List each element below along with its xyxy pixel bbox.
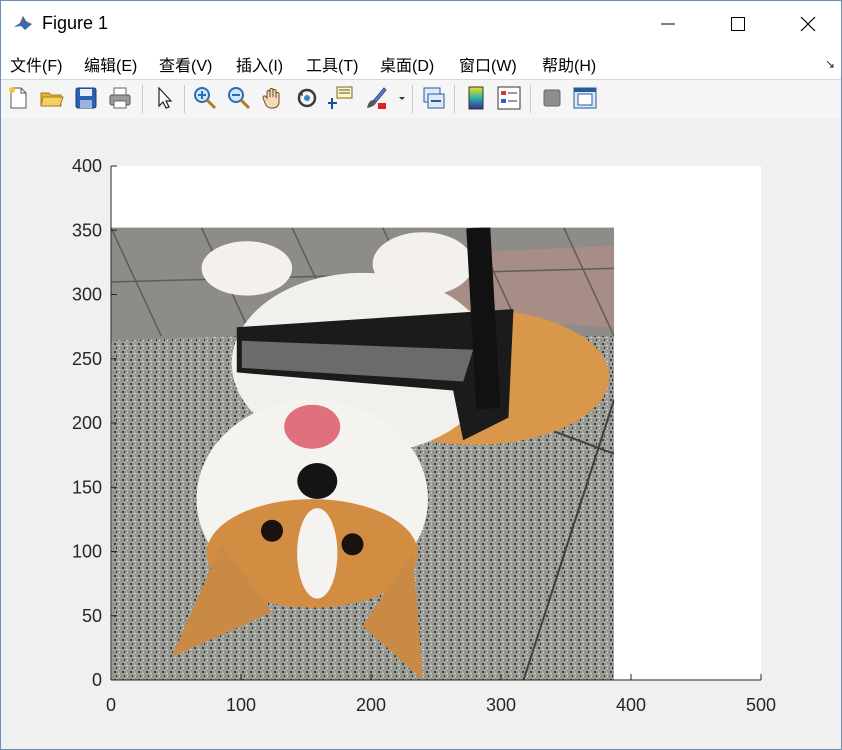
menu-insert[interactable]: 插入(I) (236, 52, 283, 76)
y-tick-label: 400 (72, 156, 102, 176)
print-icon[interactable] (107, 85, 133, 111)
close-icon (800, 16, 816, 32)
x-tick-label: 500 (746, 695, 776, 715)
y-tick-label: 200 (72, 413, 102, 433)
x-tick-label: 300 (486, 695, 516, 715)
zoom-in-icon[interactable] (192, 85, 218, 111)
y-tick-label: 300 (72, 285, 102, 305)
insert-legend-icon[interactable] (496, 85, 522, 111)
dog-eye (260, 519, 283, 542)
figure-toolbar (1, 79, 841, 119)
toolbar-separator (530, 85, 531, 113)
minimize-button[interactable] (633, 1, 703, 45)
save-icon[interactable] (73, 85, 99, 111)
menu-help[interactable]: 帮助(H) (542, 52, 596, 76)
y-tick-label: 0 (92, 670, 102, 690)
dog-blaze (297, 508, 338, 599)
window-title: Figure 1 (42, 13, 109, 33)
plot-axes[interactable]: 0 100 200 300 400 500 0 50 100 150 200 250 300 350 40… (1, 118, 841, 749)
title-bar[interactable]: Figure 1 (1, 1, 841, 45)
data-cursor-icon[interactable] (328, 85, 354, 111)
dock-arrow-icon[interactable]: ↘ (825, 57, 835, 71)
minimize-icon (661, 23, 675, 25)
show-plot-tools-icon[interactable] (572, 85, 598, 111)
x-tick-label: 0 (106, 695, 116, 715)
brush-dropdown-icon[interactable] (396, 85, 408, 111)
y-tick-label: 50 (82, 606, 102, 626)
pan-hand-icon[interactable] (260, 85, 286, 111)
menu-window[interactable]: 窗口(W) (459, 52, 517, 76)
menu-view[interactable]: 查看(V) (159, 52, 212, 76)
y-axis-ticks: 0 50 100 150 200 250 300 350 400 (72, 156, 117, 690)
dog-paw (372, 232, 474, 296)
figure-window: Figure 1 文件(F) 编辑(E) 查看(V) 插入(I) 工具(T) 桌… (0, 0, 842, 750)
menu-tools[interactable]: 工具(T) (306, 52, 358, 76)
link-plot-icon[interactable] (420, 85, 446, 111)
zoom-out-icon[interactable] (226, 85, 252, 111)
toolbar-separator (184, 85, 185, 113)
y-tick-label: 150 (72, 477, 102, 497)
dog-eye (341, 533, 364, 556)
dog-paw (201, 241, 293, 296)
toolbar-separator (142, 85, 143, 113)
dog-nose (297, 462, 338, 499)
hide-plot-tools-icon[interactable] (539, 85, 565, 111)
matlab-logo-icon (12, 12, 34, 34)
y-tick-label: 350 (72, 220, 102, 240)
maximize-icon (731, 17, 745, 31)
open-file-icon[interactable] (39, 85, 65, 111)
insert-colorbar-icon[interactable] (463, 85, 489, 111)
toolbar-separator (454, 85, 455, 113)
x-tick-label: 100 (226, 695, 256, 715)
y-tick-label: 100 (72, 542, 102, 562)
new-figure-icon[interactable] (5, 85, 31, 111)
y-tick-label: 250 (72, 349, 102, 369)
brush-icon[interactable] (362, 85, 388, 111)
rotate-3d-icon[interactable] (294, 85, 320, 111)
menu-file[interactable]: 文件(F) (10, 52, 62, 76)
menu-desktop[interactable]: 桌面(D) (380, 52, 434, 76)
figure-canvas[interactable]: 0 100 200 300 400 500 0 50 100 150 200 250 300 350 40… (1, 118, 841, 749)
x-tick-label: 400 (616, 695, 646, 715)
close-button[interactable] (773, 1, 842, 45)
select-arrow-icon[interactable] (151, 85, 177, 111)
leash (466, 227, 501, 410)
menu-edit[interactable]: 编辑(E) (84, 52, 137, 76)
menu-bar: 文件(F) 编辑(E) 查看(V) 插入(I) 工具(T) 桌面(D) 窗口(W… (1, 45, 841, 79)
toolbar-separator (412, 85, 413, 113)
dog-tongue (284, 404, 341, 449)
x-tick-label: 200 (356, 695, 386, 715)
corgi-image (111, 227, 615, 681)
maximize-button[interactable] (703, 1, 773, 45)
